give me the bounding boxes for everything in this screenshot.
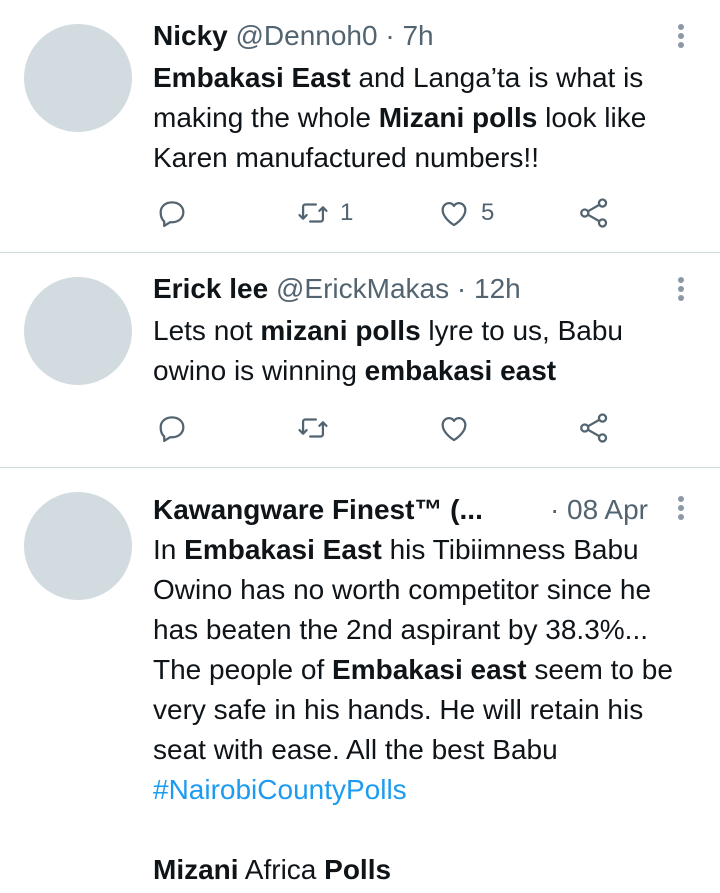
highlighted-text: Embakasi East — [153, 62, 351, 93]
like-count: 5 — [481, 199, 495, 226]
tweet-text: In Embakasi East his Tibiimness Babu Owi… — [153, 530, 690, 890]
highlighted-text: Embakasi East — [184, 534, 382, 565]
avatar[interactable] — [24, 24, 132, 132]
highlighted-text: mizani polls — [260, 315, 421, 346]
retweet-button[interactable] — [296, 408, 340, 448]
retweet-button[interactable]: 1 — [296, 193, 353, 233]
highlighted-text: embakasi east — [364, 355, 557, 386]
tweet-time[interactable]: · 08 Apr — [550, 492, 648, 528]
author-name[interactable]: Erick lee — [153, 273, 268, 304]
tweet-1[interactable]: Nicky @Dennoh0 · 7h Embakasi East and La… — [0, 0, 720, 252]
tweet-time[interactable]: · 7h — [385, 20, 433, 51]
reply-button[interactable] — [155, 193, 199, 233]
share-icon — [580, 198, 608, 228]
tweet-3[interactable]: Kawangware Finest™ (... · 08 Apr In Emba… — [0, 468, 720, 893]
tweet-header: Erick lee @ErickMakas · 12h — [153, 271, 660, 307]
like-button[interactable]: 5 — [437, 193, 494, 233]
tweet-text: Lets not mizani polls lyre to us, Babu o… — [153, 311, 690, 391]
reply-button[interactable] — [155, 408, 199, 448]
avatar[interactable] — [24, 492, 132, 600]
hashtag-link[interactable]: #NairobiCountyPolls — [153, 774, 407, 805]
tweet-header: Kawangware Finest™ (... · 08 Apr — [153, 492, 660, 528]
tweet-actions: 1 5 — [153, 193, 690, 233]
heart-icon — [441, 416, 467, 442]
highlighted-text: Embakasi east — [332, 654, 527, 685]
reply-icon — [159, 201, 185, 228]
highlighted-text: Mizani — [153, 854, 239, 885]
tweet-text: Embakasi East and Langa’ta is what is ma… — [153, 58, 690, 178]
reply-icon — [159, 416, 185, 443]
retweet-icon — [298, 418, 328, 438]
highlighted-text: Polls — [324, 854, 392, 885]
retweet-icon — [298, 203, 328, 223]
tweet-text-segment: Africa — [238, 854, 325, 885]
tweet-time[interactable]: · 12h — [457, 273, 521, 304]
tweet-text-segment: Lets not — [153, 315, 261, 346]
author-handle[interactable]: @ErickMakas — [276, 273, 449, 304]
highlighted-text: Mizani polls — [378, 102, 538, 133]
avatar[interactable] — [24, 277, 132, 385]
like-button[interactable] — [437, 408, 481, 448]
heart-icon — [441, 201, 467, 227]
tweet-header: Nicky @Dennoh0 · 7h — [153, 18, 660, 54]
author-name[interactable]: Nicky — [153, 20, 228, 51]
more-vertical-icon[interactable] — [676, 24, 686, 52]
author-handle[interactable]: @Dennoh0 — [236, 20, 378, 51]
share-icon — [580, 413, 608, 443]
tweet-actions — [153, 408, 690, 448]
share-button[interactable] — [577, 408, 611, 448]
retweet-count: 1 — [340, 199, 354, 226]
tweet-text-segment: In — [153, 534, 185, 565]
more-vertical-icon[interactable] — [676, 277, 686, 305]
more-vertical-icon[interactable] — [676, 496, 686, 524]
tweet-2[interactable]: Erick lee @ErickMakas · 12h Lets not miz… — [0, 253, 720, 467]
author-name[interactable]: Kawangware Finest™ (... — [153, 494, 483, 525]
share-button[interactable] — [577, 193, 611, 233]
